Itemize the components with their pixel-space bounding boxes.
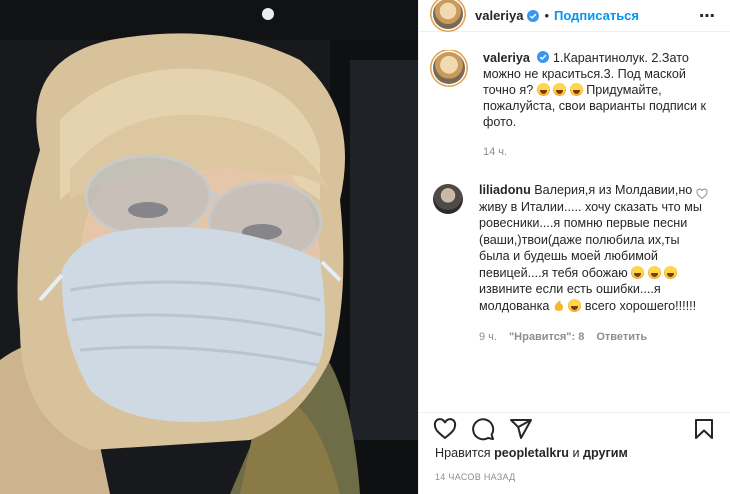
comment-text-part3: всего хорошего!!!!!! xyxy=(584,298,697,313)
commenter-username[interactable]: liliadonu xyxy=(479,183,531,197)
likes-user-link[interactable]: peopletalkru xyxy=(494,446,569,460)
caption-time[interactable]: 14 ч. xyxy=(483,144,715,160)
likes-summary: Нравится peopletalkru и другим xyxy=(435,446,628,460)
verified-badge-icon xyxy=(527,9,540,22)
follow-button[interactable]: Подписаться xyxy=(554,8,639,23)
comment-item: liliadonu Валерия,я из Молдавии,но живу … xyxy=(419,182,730,346)
post-timestamp[interactable]: 14 часов назад xyxy=(435,472,516,482)
likes-connector: и xyxy=(572,446,580,460)
likes-others-link[interactable]: другим xyxy=(583,446,628,460)
post-photo[interactable] xyxy=(0,0,418,494)
comment-meta: 9 ч. "Нравится": 8 Ответить xyxy=(479,329,704,346)
comment-like-heart-icon[interactable] xyxy=(696,188,708,200)
smiling-emoji-icon xyxy=(664,265,678,279)
likes-prefix: Нравится xyxy=(435,446,491,460)
header-separator: • xyxy=(544,8,549,23)
share-paper-plane-icon[interactable] xyxy=(509,417,533,441)
caption-body: valeriya 1.Карантинолук. 2.Зато можно не… xyxy=(483,50,715,160)
flexed-biceps-emoji-icon xyxy=(554,300,563,311)
commenter-avatar[interactable] xyxy=(433,184,463,214)
instagram-post: valeriya • Подписаться ⋯ valeriya 1.Кара… xyxy=(0,0,730,494)
like-heart-icon[interactable] xyxy=(433,417,457,441)
post-side-panel: valeriya • Подписаться ⋯ valeriya 1.Кара… xyxy=(418,0,730,494)
comments-area[interactable]: valeriya 1.Карантинолук. 2.Зато можно не… xyxy=(419,50,730,410)
author-username[interactable]: valeriya xyxy=(475,8,523,23)
laughing-emoji-icon xyxy=(569,83,583,96)
author-avatar[interactable] xyxy=(433,0,463,29)
comment-likes-count[interactable]: "Нравится": 8 xyxy=(509,329,584,346)
caption: valeriya 1.Карантинолук. 2.Зато можно не… xyxy=(419,50,730,160)
comment-text-part1: Валерия,я из Молдавии,но живу в Италии..… xyxy=(479,183,702,280)
smiling-emoji-icon xyxy=(631,265,645,279)
caption-username[interactable]: valeriya xyxy=(483,51,530,65)
verified-badge-icon xyxy=(537,51,550,63)
post-actions-bar xyxy=(419,412,730,442)
comment-time[interactable]: 9 ч. xyxy=(479,329,497,346)
laughing-emoji-icon xyxy=(536,83,550,96)
selfie-illustration xyxy=(0,0,418,494)
reply-button[interactable]: Ответить xyxy=(596,329,647,346)
save-bookmark-icon[interactable] xyxy=(692,417,716,441)
laughing-emoji-icon xyxy=(553,83,567,96)
comment-bubble-icon[interactable] xyxy=(471,417,495,441)
smiling-emoji-icon xyxy=(647,265,661,279)
comment-body: liliadonu Валерия,я из Молдавии,но живу … xyxy=(479,182,704,346)
caption-avatar[interactable] xyxy=(433,52,465,84)
smiling-emoji-icon xyxy=(568,298,582,312)
post-header: valeriya • Подписаться ⋯ xyxy=(419,0,730,32)
more-options-icon[interactable]: ⋯ xyxy=(699,6,716,26)
